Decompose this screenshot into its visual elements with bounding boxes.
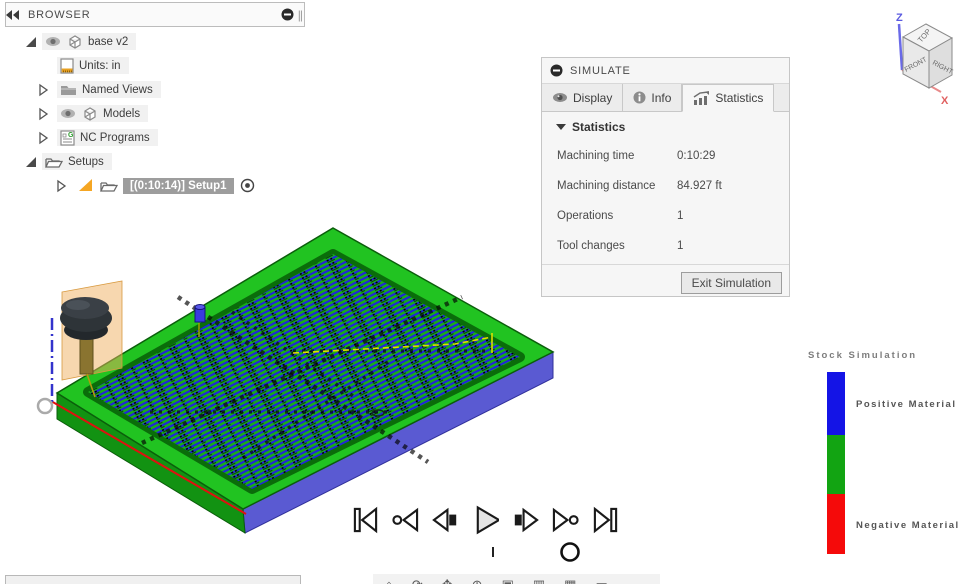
tree-row-base-v2[interactable]: base v2 — [24, 32, 136, 51]
stat-value: 1 — [677, 240, 683, 252]
skip-to-end-button[interactable] — [592, 503, 619, 537]
positive-material-swatch — [827, 372, 845, 435]
vertical-grip-icon[interactable]: || — [298, 8, 302, 22]
grid-icon[interactable]: ▦ — [564, 577, 576, 584]
tab-label: Statistics — [715, 91, 763, 105]
tab-statistics[interactable]: Statistics — [682, 84, 774, 112]
expand-closed-icon[interactable] — [36, 107, 50, 121]
step-forward-button[interactable] — [512, 503, 539, 537]
legend-color-bar — [827, 372, 845, 554]
simulate-tab-bar: Display Info Statistics — [542, 84, 789, 112]
tree-label[interactable]: Models — [103, 108, 140, 120]
folder-icon — [60, 83, 77, 96]
orbit-icon[interactable]: ⟳ — [412, 577, 423, 584]
origin-marker — [38, 399, 52, 413]
section-title-text: Statistics — [572, 120, 625, 134]
svg-text:G: G — [68, 132, 74, 139]
tree-row-nc-programs[interactable]: G NC Programs — [36, 128, 158, 147]
caret-down-icon — [556, 124, 566, 130]
stat-value: 0:10:29 — [677, 150, 715, 162]
legend-title: Stock Simulation — [808, 350, 917, 361]
neutral-material-swatch — [827, 435, 845, 494]
expand-open-icon[interactable] — [24, 155, 38, 169]
double-left-arrows-icon[interactable] — [6, 10, 20, 20]
eye-icon[interactable] — [60, 108, 76, 119]
eye-icon — [552, 92, 568, 103]
browser-panel-header[interactable]: BROWSER || — [5, 2, 305, 27]
pan-icon[interactable]: ✥ — [442, 577, 453, 584]
positive-material-label: Positive Material — [856, 399, 956, 410]
next-operation-button[interactable] — [552, 503, 579, 537]
zoom-icon[interactable]: ⊕ — [472, 577, 483, 584]
stat-value: 84.927 ft — [677, 180, 722, 192]
fit-icon[interactable]: ▣ — [502, 577, 514, 584]
tree-row-named-views[interactable]: Named Views — [36, 80, 161, 99]
tab-info[interactable]: Info — [623, 84, 682, 111]
view-cube[interactable]: Z X TOP FRONT RIGHT — [896, 12, 954, 107]
skip-to-start-button[interactable] — [352, 503, 379, 537]
folder-open-icon — [100, 179, 118, 193]
info-icon — [633, 91, 646, 104]
display-settings-icon[interactable]: ▥ — [533, 577, 545, 584]
tree-label[interactable]: Setups — [68, 156, 104, 168]
stat-value: 1 — [677, 210, 683, 222]
expand-closed-icon[interactable] — [54, 179, 68, 193]
exit-simulation-button[interactable]: Exit Simulation — [681, 272, 782, 294]
browser-panel-title: BROWSER — [28, 9, 90, 21]
slider-handle[interactable] — [562, 544, 579, 561]
simulation-playback-controls — [352, 503, 619, 537]
document-ruler-icon — [60, 58, 74, 74]
viewcube-z-axis — [899, 24, 902, 70]
home-icon[interactable]: ⌂ — [385, 577, 393, 584]
component-icon — [66, 34, 83, 50]
eye-icon[interactable] — [45, 36, 61, 47]
chart-icon — [693, 91, 710, 105]
previous-operation-button[interactable] — [392, 503, 419, 537]
component-icon — [81, 106, 98, 122]
setup1-selected-label[interactable]: [(0:10:14)] Setup1 — [123, 178, 234, 194]
circle-minus-icon[interactable] — [550, 64, 563, 77]
gcode-document-icon: G — [60, 130, 75, 146]
tree-row-units[interactable]: Units: in — [57, 56, 129, 75]
step-backward-button[interactable] — [432, 503, 459, 537]
tree-label[interactable]: Units: in — [79, 60, 121, 72]
tree-label[interactable]: base v2 — [88, 36, 128, 48]
tree-row-models[interactable]: Models — [36, 104, 148, 123]
expand-closed-icon[interactable] — [36, 83, 50, 97]
tree-row-setups[interactable]: Setups — [24, 152, 112, 171]
orange-wedge-icon — [78, 178, 93, 193]
negative-material-swatch — [827, 494, 845, 554]
tab-label: Display — [573, 91, 612, 105]
stat-label: Operations — [557, 210, 613, 222]
negative-material-label: Negative Material — [856, 520, 960, 531]
tab-label: Info — [651, 91, 671, 105]
timeline-panel-fragment[interactable] — [5, 575, 301, 584]
circle-minus-icon[interactable] — [281, 8, 294, 21]
expand-open-icon[interactable] — [24, 35, 38, 49]
folder-open-icon — [45, 155, 63, 169]
viewports-icon[interactable]: ▭ — [595, 577, 607, 584]
simulate-dialog-header[interactable]: SIMULATE — [542, 58, 789, 84]
stat-label: Machining distance — [557, 180, 655, 192]
play-button[interactable] — [472, 503, 499, 537]
simulation-timeline-slider[interactable] — [320, 540, 660, 566]
x-axis-label: X — [941, 95, 949, 107]
tree-label[interactable]: NC Programs — [80, 132, 150, 144]
stock-model[interactable] — [51, 228, 553, 533]
simulate-dialog-title: SIMULATE — [570, 65, 631, 77]
navigation-bar-fragment[interactable]: ⌂ ⟳ ✥ ⊕ ▣ ▥ ▦ ▭ — [373, 574, 660, 584]
statistics-section-header[interactable]: Statistics — [556, 120, 625, 134]
stock-simulation-legend: Stock Simulation Positive Material Negat… — [800, 348, 966, 560]
stat-label: Machining time — [557, 150, 634, 162]
stat-label: Tool changes — [557, 240, 625, 252]
tab-display[interactable]: Display — [542, 84, 623, 111]
expand-closed-icon[interactable] — [36, 131, 50, 145]
simulate-dialog-footer: Exit Simulation — [542, 264, 789, 298]
radio-target-icon[interactable] — [240, 178, 255, 193]
tree-row-setup1[interactable]: [(0:10:14)] Setup1 — [54, 176, 255, 195]
tree-label[interactable]: Named Views — [82, 84, 153, 96]
simulate-dialog: SIMULATE Display Info Statistics Statist… — [541, 57, 790, 297]
z-axis-label: Z — [896, 12, 903, 24]
